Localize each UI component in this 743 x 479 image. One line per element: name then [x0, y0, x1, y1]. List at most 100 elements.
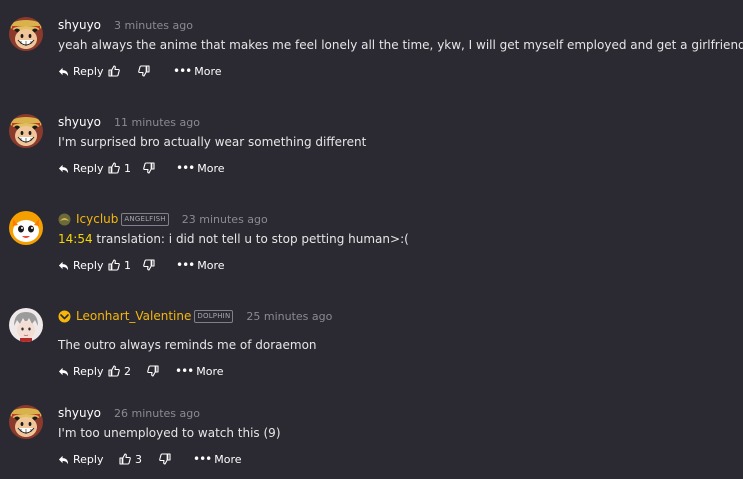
more-button[interactable]: ••• More: [176, 162, 225, 175]
comment-text: I'm surprised bro actually wear somethin…: [58, 135, 367, 149]
more-button[interactable]: ••• More: [176, 259, 225, 272]
avatar[interactable]: [9, 308, 43, 342]
comment-item: shyuyo 11 minutes ago I'm surprised bro …: [0, 114, 743, 210]
reply-button[interactable]: Reply: [58, 365, 108, 378]
like-button[interactable]: 3: [119, 453, 159, 466]
more-label: More: [197, 258, 225, 272]
comment-actions: Reply 1 ••• More: [58, 257, 225, 273]
more-label: More: [196, 364, 224, 378]
dislike-button[interactable]: [143, 162, 176, 174]
thumbs-down-icon: [147, 365, 159, 377]
time-ago: 23 minutes ago: [181, 212, 268, 226]
ellipsis-icon: •••: [175, 364, 194, 378]
thumbs-up-icon: [108, 259, 120, 271]
more-label: More: [197, 161, 225, 175]
thumbs-down-icon: [159, 453, 171, 465]
comment-item: Icyclub ANGELFISH 23 minutes ago 14:54 t…: [0, 211, 743, 307]
comment-list: shyuyo 3 minutes ago yeah always the ani…: [0, 0, 743, 479]
ellipsis-icon: •••: [173, 64, 192, 78]
username[interactable]: shyuyo: [58, 115, 101, 129]
silver-hair-avatar-icon: [9, 308, 43, 342]
username[interactable]: shyuyo: [58, 18, 101, 32]
avatar[interactable]: [9, 211, 43, 245]
reply-icon: [58, 66, 69, 77]
username[interactable]: shyuyo: [58, 406, 101, 420]
thumbs-up-icon: [119, 453, 131, 465]
like-button[interactable]: 2: [108, 365, 147, 378]
dislike-button[interactable]: [159, 453, 193, 465]
comment-text: The outro always reminds me of doraemon: [58, 338, 317, 352]
rank-badge: ANGELFISH: [121, 212, 169, 226]
comment-actions: Reply 1 ••• More: [58, 160, 225, 176]
more-button[interactable]: ••• More: [173, 65, 222, 78]
username[interactable]: Icyclub: [76, 212, 118, 226]
video-timestamp-link[interactable]: 14:54: [58, 232, 93, 246]
time-ago: 3 minutes ago: [114, 18, 193, 32]
thumbs-down-icon: [138, 65, 150, 77]
dolphin-rank-icon: [58, 310, 71, 322]
rank-badge: DOLPHIN: [194, 309, 234, 323]
reply-button[interactable]: Reply: [58, 65, 108, 78]
comment-text: yeah always the anime that makes me feel…: [58, 38, 743, 52]
comment-header: Icyclub ANGELFISH 23 minutes ago: [58, 211, 268, 227]
thumbs-up-icon: [108, 365, 120, 377]
comment-actions: Reply ••• More: [58, 63, 222, 79]
time-ago: 25 minutes ago: [246, 309, 333, 323]
like-count: 3: [135, 452, 142, 466]
comment-item: Leonhart_Valentine DOLPHIN 25 minutes ag…: [0, 308, 743, 404]
dislike-button[interactable]: [138, 65, 173, 77]
like-button[interactable]: [108, 65, 138, 77]
reply-button[interactable]: Reply: [58, 259, 108, 272]
like-count: 2: [124, 364, 131, 378]
like-button[interactable]: 1: [108, 259, 143, 272]
comment-text: 14:54 translation: i did not tell u to s…: [58, 231, 409, 247]
avatar[interactable]: [9, 17, 43, 51]
reply-label: Reply: [73, 452, 104, 466]
comment-header: Leonhart_Valentine DOLPHIN 25 minutes ag…: [58, 308, 332, 324]
reply-icon: [58, 260, 69, 271]
luffy-avatar-icon: [9, 405, 43, 439]
thumbs-down-icon: [143, 162, 155, 174]
reply-icon: [58, 454, 69, 465]
comment-actions: Reply 3 ••• More: [58, 451, 242, 467]
ellipsis-icon: •••: [176, 161, 195, 175]
luffy-avatar-icon: [9, 17, 43, 51]
comment-actions: Reply 2 ••• More: [58, 363, 224, 379]
comment-item: shyuyo 26 minutes ago I'm too unemployed…: [0, 405, 743, 479]
reply-button[interactable]: Reply: [58, 453, 119, 466]
like-count: 1: [124, 161, 131, 175]
time-ago: 26 minutes ago: [114, 406, 200, 420]
reply-icon: [58, 163, 69, 174]
orange-mascot-avatar-icon: [9, 211, 43, 245]
more-button[interactable]: ••• More: [193, 453, 242, 466]
like-button[interactable]: 1: [108, 162, 143, 175]
dislike-button[interactable]: [147, 365, 175, 377]
angelfish-rank-icon: [58, 213, 71, 225]
comment-item: shyuyo 3 minutes ago yeah always the ani…: [0, 17, 743, 113]
comment-text-content: translation: i did not tell u to stop pe…: [92, 232, 409, 246]
avatar[interactable]: [9, 114, 43, 148]
comment-header: shyuyo 3 minutes ago: [58, 17, 193, 33]
reply-label: Reply: [73, 364, 104, 378]
luffy-avatar-icon: [9, 114, 43, 148]
reply-label: Reply: [73, 161, 104, 175]
ellipsis-icon: •••: [176, 258, 195, 272]
more-button[interactable]: ••• More: [175, 365, 224, 378]
dislike-button[interactable]: [143, 259, 176, 271]
ellipsis-icon: •••: [193, 452, 212, 466]
more-label: More: [194, 64, 222, 78]
reply-icon: [58, 366, 69, 377]
thumbs-up-icon: [108, 162, 120, 174]
comment-header: shyuyo 11 minutes ago: [58, 114, 200, 130]
comment-text: I'm too unemployed to watch this (9): [58, 426, 281, 440]
thumbs-up-icon: [108, 65, 120, 77]
username[interactable]: Leonhart_Valentine: [76, 309, 191, 323]
avatar[interactable]: [9, 405, 43, 439]
like-count: 1: [124, 258, 131, 272]
reply-label: Reply: [73, 64, 104, 78]
more-label: More: [214, 452, 242, 466]
reply-label: Reply: [73, 258, 104, 272]
time-ago: 11 minutes ago: [114, 115, 200, 129]
reply-button[interactable]: Reply: [58, 162, 108, 175]
comment-header: shyuyo 26 minutes ago: [58, 405, 200, 421]
